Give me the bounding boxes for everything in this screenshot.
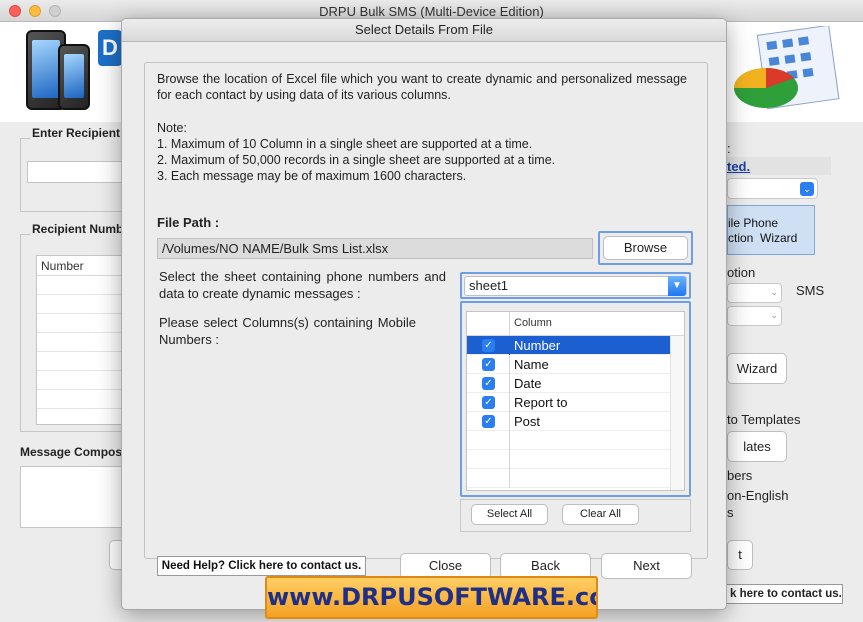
empty-row	[467, 431, 684, 450]
right-combo-1[interactable]: ⌄	[727, 178, 818, 199]
note-title: Note:	[157, 121, 187, 135]
number-column-header[interactable]: Number	[37, 256, 123, 276]
next-button[interactable]: Next	[601, 553, 692, 579]
file-path-label: File Path :	[157, 215, 220, 230]
dialog-description: Browse the location of Excel file which …	[157, 72, 687, 102]
checkbox-checked-icon[interactable]: ✓	[482, 377, 495, 390]
note-block: Note: 1. Maximum of 10 Column in a singl…	[157, 120, 555, 184]
s-label: s	[727, 505, 734, 520]
option-label: otion	[727, 265, 756, 280]
phone-icon-2	[58, 44, 90, 110]
select-sheet-label: Select the sheet containing phone number…	[159, 269, 446, 301]
column-name: Report to	[514, 395, 568, 410]
checkbox-checked-icon[interactable]: ✓	[482, 358, 495, 371]
bers-label: bers	[727, 468, 753, 483]
column-name: Post	[514, 414, 541, 429]
message-compose-label: Message Compos	[20, 445, 123, 459]
browse-focus-ring: Browse	[598, 231, 693, 265]
select-details-dialog: Select Details From File Browse the loca…	[121, 18, 727, 610]
table-row[interactable]: ✓ Report to	[467, 393, 684, 412]
column-name: Name	[514, 357, 549, 372]
table-row[interactable]: ✓ Post	[467, 412, 684, 431]
chart-icon	[734, 26, 840, 110]
contact-link-bg[interactable]: k here to contact us.	[725, 584, 843, 604]
sheet-select[interactable]: sheet1 ▼	[464, 276, 687, 296]
browse-button[interactable]: Browse	[603, 236, 688, 260]
message-compose-area[interactable]	[20, 466, 124, 528]
recipient-numbers-label: Recipient Numb	[30, 222, 126, 236]
wizard-button[interactable]: Wizard	[727, 353, 787, 384]
table-row[interactable]: ✓ Number	[467, 336, 684, 355]
right-t-button[interactable]: t	[727, 540, 753, 570]
right-colon: :	[727, 141, 731, 156]
table-row[interactable]: ✓ Name	[467, 355, 684, 374]
watermark-banner: www.DRPUSOFTWARE.com	[265, 576, 598, 619]
help-contact-link[interactable]: Need Help? Click here to contact us.	[157, 556, 366, 576]
app-title: DRPU Bulk SMS (Multi-Device Edition)	[319, 4, 544, 19]
columns-table[interactable]: Column ✓ Number ✓ Name ✓ Date ✓ Report t…	[466, 311, 685, 491]
empty-row	[467, 450, 684, 469]
select-all-button[interactable]: Select All	[471, 504, 548, 525]
columns-box: Column ✓ Number ✓ Name ✓ Date ✓ Report t…	[460, 301, 691, 497]
recipient-table[interactable]: Number	[36, 255, 124, 425]
clear-all-button[interactable]: Clear All	[562, 504, 639, 525]
columns-table-header: Column	[467, 312, 684, 336]
column-name: Number	[514, 338, 561, 353]
columns-scrollbar[interactable]	[670, 336, 684, 490]
select-columns-label: Please select Columns(s) containing Mobi…	[159, 315, 416, 347]
templates-button[interactable]: lates	[727, 431, 787, 462]
sheet-select-value: sheet1	[469, 278, 509, 293]
table-row[interactable]: ✓ Date	[467, 374, 684, 393]
right-combo-3[interactable]: ⌄	[727, 306, 782, 326]
selection-buttons-bar: Select All Clear All	[460, 499, 691, 532]
column-header-label: Column	[514, 317, 552, 329]
note-item: 2. Maximum of 50,000 records in a single…	[157, 153, 556, 167]
checkbox-checked-icon[interactable]: ✓	[482, 415, 495, 428]
sms-label: SMS	[796, 283, 825, 298]
non-english-label: on-English	[727, 488, 789, 503]
checkbox-checked-icon[interactable]: ✓	[482, 339, 495, 352]
app-logo: D	[98, 30, 122, 66]
mobile-phone-wizard-button[interactable]: ile Phone ction Wizard	[727, 205, 815, 255]
dialog-title: Select Details From File	[122, 19, 726, 42]
note-item: 3. Each message may be of maximum 1600 c…	[157, 169, 467, 183]
right-combo-2[interactable]: ⌄	[727, 283, 782, 303]
chevron-down-icon[interactable]: ▼	[668, 276, 686, 296]
column-name: Date	[514, 376, 542, 391]
recipient-input[interactable]	[27, 161, 124, 183]
checkbox-checked-icon[interactable]: ✓	[482, 396, 495, 409]
empty-row	[467, 469, 684, 488]
enter-recipient-label: Enter Recipient	[30, 126, 123, 140]
to-templates-label: to Templates	[727, 412, 801, 427]
note-item: 1. Maximum of 10 Column in a single shee…	[157, 137, 533, 151]
sheet-combo-focus-ring: sheet1 ▼	[460, 272, 691, 299]
file-path-field[interactable]: /Volumes/NO NAME/Bulk Sms List.xlsx	[157, 238, 593, 259]
right-link[interactable]: ted.	[727, 159, 750, 174]
